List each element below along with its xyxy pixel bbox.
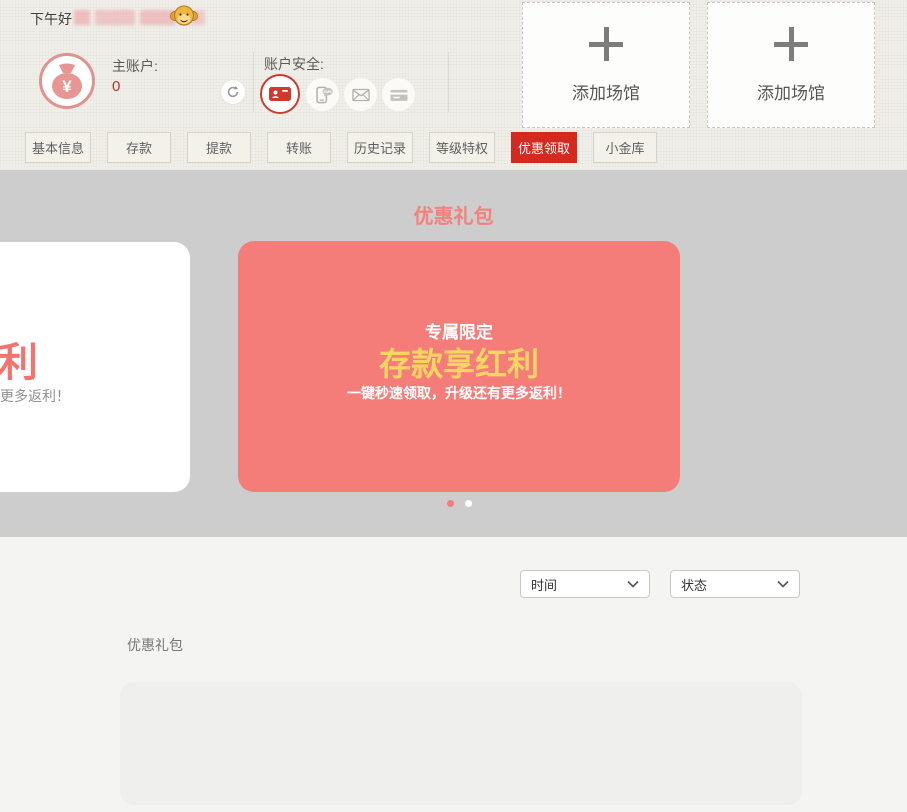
sms-phone-security-icon[interactable]: SMS	[306, 78, 339, 111]
account-page: 下午好 ¥	[0, 0, 907, 812]
carousel-dots	[238, 500, 680, 507]
promo-list-panel: 限时首存送58元 最低存款金额: 100 ¥ 提款要求: (本金+红利)*1倍有…	[120, 682, 802, 805]
account-security-label: 账户安全:	[264, 54, 324, 74]
slide-subline-fragment: 有更多返利！	[0, 386, 70, 406]
tab-withdraw[interactable]: 提款	[187, 132, 251, 163]
greeting-text: 下午好	[30, 9, 72, 29]
main-account-balance: 0	[112, 78, 120, 95]
slide-headline-fragment: 利	[0, 330, 38, 388]
tab-vault[interactable]: 小金库	[593, 132, 657, 163]
monkey-emoji-icon	[170, 2, 198, 30]
plus-icon	[589, 27, 623, 61]
promo-banner-section: 优惠礼包 利 有更多返利！ 专属限定 存款享红利 一键秒速领取，升级还有更多返利…	[0, 170, 907, 537]
carousel-slide-previous[interactable]: 利 有更多返利！	[0, 242, 190, 492]
promo-section-label: 优惠礼包	[127, 635, 183, 655]
bank-card-security-icon[interactable]	[382, 78, 415, 111]
chevron-down-icon	[777, 580, 789, 588]
redacted-block	[95, 10, 135, 25]
time-filter-select[interactable]: 时间	[520, 570, 650, 598]
add-venue-label: 添加场馆	[572, 79, 640, 104]
tab-vip-privileges[interactable]: 等级特权	[429, 132, 495, 163]
carousel-slide-current[interactable]: 专属限定 存款享红利 一键秒速领取，升级还有更多返利！	[238, 241, 680, 492]
carousel-dot-1[interactable]	[447, 500, 454, 507]
slide-subline: 一键秒速领取，升级还有更多返利！	[238, 383, 680, 403]
time-filter-value: 时间	[531, 575, 557, 594]
id-card-security-icon[interactable]	[260, 74, 300, 114]
tab-basic-info[interactable]: 基本信息	[25, 132, 91, 163]
header-divider	[253, 52, 254, 112]
promo-list-section: 时间 状态 优惠礼包 限时首存送58元 最低存款金额: 100 ¥ 提款要求: …	[0, 537, 907, 812]
add-venue-button-1[interactable]: 添加场馆	[522, 2, 690, 128]
plus-icon	[774, 27, 808, 61]
chevron-down-icon	[627, 580, 639, 588]
add-venue-label: 添加场馆	[757, 79, 825, 104]
mail-security-icon[interactable]	[344, 78, 377, 111]
carousel-dot-2[interactable]	[465, 500, 472, 507]
svg-text:¥: ¥	[62, 77, 72, 96]
tab-history[interactable]: 历史记录	[347, 132, 413, 163]
tab-deposit[interactable]: 存款	[107, 132, 171, 163]
slide-headline: 存款享红利	[238, 339, 680, 385]
header-divider	[448, 52, 449, 112]
banner-title: 优惠礼包	[0, 200, 907, 229]
tab-promotions[interactable]: 优惠领取	[511, 132, 577, 163]
redacted-block	[74, 10, 90, 25]
refresh-balance-button[interactable]	[220, 79, 246, 105]
account-header: 下午好 ¥	[0, 0, 907, 170]
tab-transfer[interactable]: 转账	[267, 132, 331, 163]
svg-text:SMS: SMS	[323, 89, 332, 94]
status-filter-value: 状态	[681, 575, 707, 594]
main-account-label: 主账户:	[112, 56, 158, 76]
wallet-icon: ¥	[38, 52, 96, 110]
status-filter-select[interactable]: 状态	[670, 570, 800, 598]
account-tab-bar: 基本信息 存款 提款 转账 历史记录 等级特权 优惠领取 小金库	[25, 132, 657, 163]
add-venue-button-2[interactable]: 添加场馆	[707, 2, 875, 128]
